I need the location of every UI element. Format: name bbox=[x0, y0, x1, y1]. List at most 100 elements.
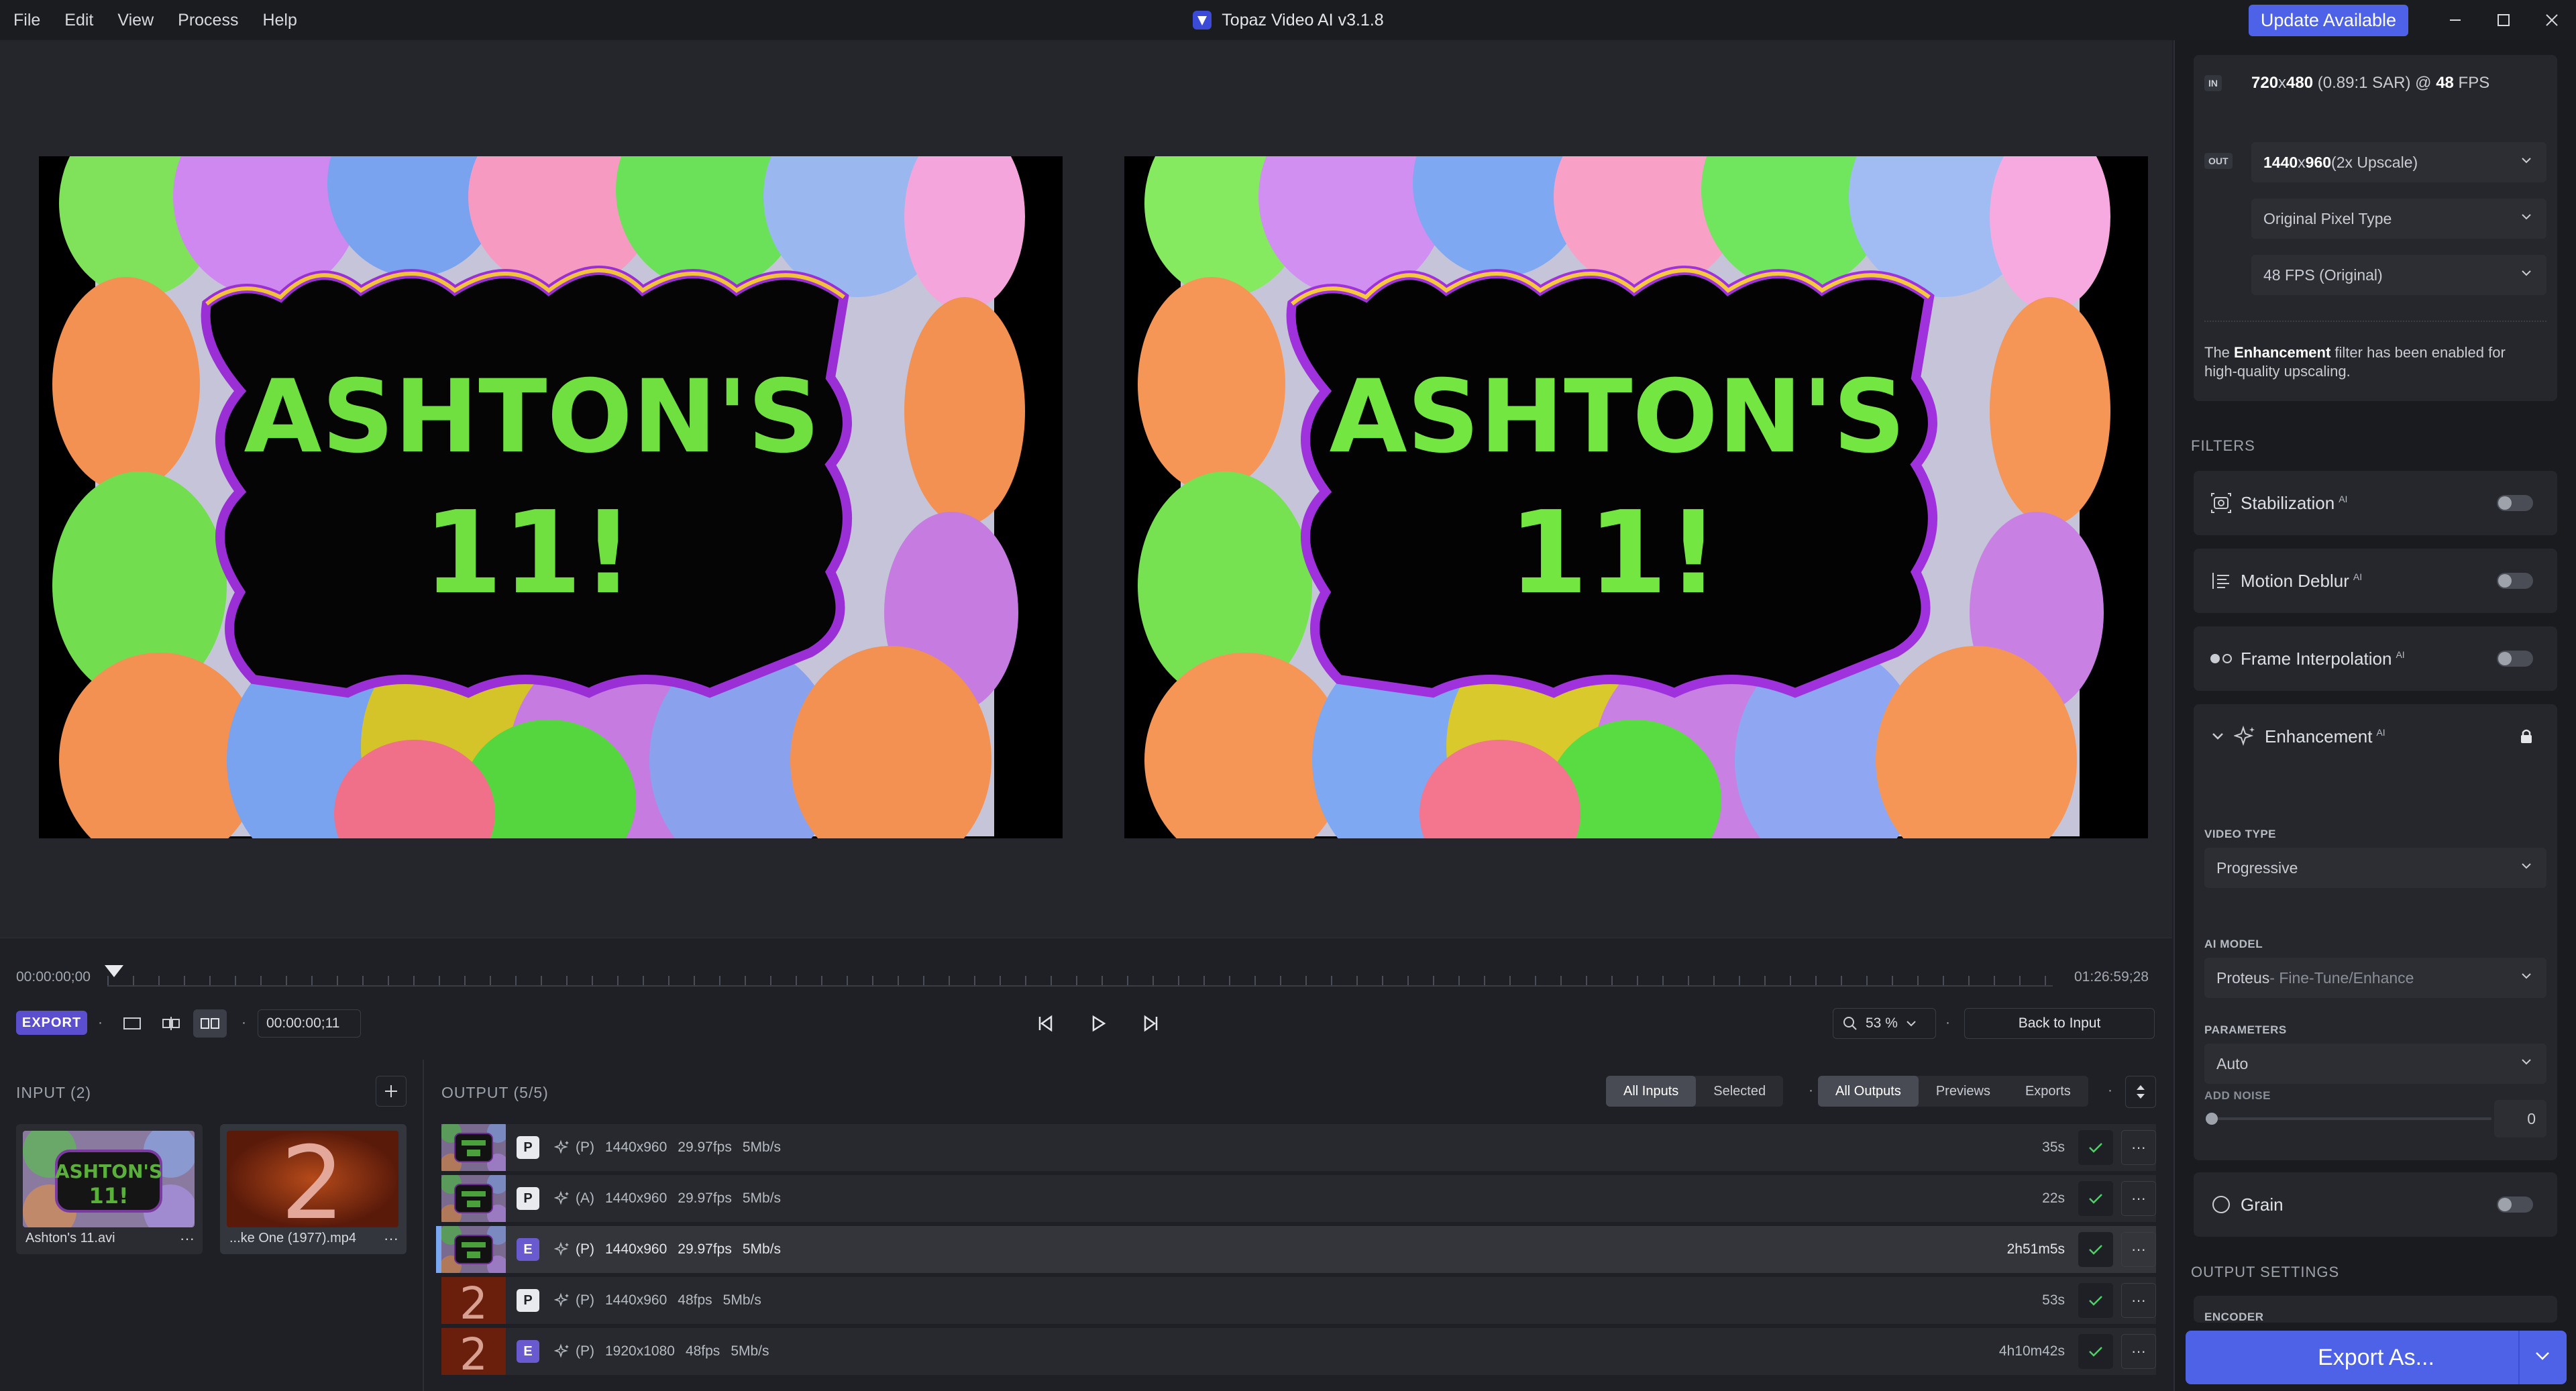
previous-frame-button[interactable] bbox=[1029, 1009, 1063, 1038]
parameters-dropdown[interactable]: Auto bbox=[2204, 1044, 2546, 1084]
check-icon bbox=[2089, 1347, 2102, 1357]
menu-process[interactable]: Process bbox=[178, 11, 238, 30]
output-row-thumbnail: 2 bbox=[441, 1328, 506, 1375]
maximize-icon[interactable] bbox=[2479, 0, 2528, 40]
output-mode: (P) bbox=[576, 1241, 594, 1257]
video-type-dropdown[interactable]: Progressive bbox=[2204, 848, 2546, 888]
filter-all-inputs[interactable]: All Inputs bbox=[1606, 1076, 1697, 1107]
selected-row-indicator bbox=[436, 1226, 441, 1273]
export-as-button[interactable]: Export As... bbox=[2186, 1331, 2567, 1384]
menu-help[interactable]: Help bbox=[262, 11, 297, 30]
filter-frame-interpolation[interactable]: Frame Interpolation AI bbox=[2194, 626, 2557, 691]
pixel-type-dropdown[interactable]: Original Pixel Type bbox=[2251, 199, 2546, 239]
filter-all-outputs[interactable]: All Outputs bbox=[1818, 1076, 1919, 1107]
menu-file[interactable]: File bbox=[13, 11, 40, 30]
output-row-thumbnail bbox=[441, 1124, 506, 1171]
output-filter-segment: All Outputs Previews Exports bbox=[1818, 1076, 2088, 1107]
frame-interpolation-toggle[interactable] bbox=[2497, 651, 2533, 667]
filter-name: Stabilization bbox=[2241, 492, 2335, 513]
output-row[interactable]: 2 P (P) 1440x960 48fps 5Mb/s 53s ··· bbox=[441, 1277, 2156, 1324]
filter-previews[interactable]: Previews bbox=[1919, 1076, 2008, 1107]
export-button[interactable]: EXPORT bbox=[16, 1011, 87, 1035]
input-thumbnail: ASHTON'S 11! bbox=[23, 1131, 195, 1227]
output-row-more-button[interactable]: ··· bbox=[2121, 1232, 2156, 1267]
enhancement-note: The Enhancement filter has been enabled … bbox=[2204, 344, 2506, 380]
filter-exports[interactable]: Exports bbox=[2008, 1076, 2088, 1107]
timeline-scrubber[interactable] bbox=[107, 976, 2053, 987]
lock-icon bbox=[2521, 729, 2532, 743]
output-preview-frame[interactable]: ASHTON'S 11! bbox=[1124, 156, 2148, 838]
motion-deblur-toggle[interactable] bbox=[2497, 573, 2533, 589]
output-complete-check[interactable] bbox=[2078, 1232, 2113, 1267]
output-duration: 2h51m5s bbox=[2006, 1241, 2065, 1257]
single-view-icon bbox=[123, 1017, 141, 1030]
output-bitrate: 5Mb/s bbox=[742, 1241, 782, 1257]
filter-grain[interactable]: Grain bbox=[2194, 1172, 2557, 1237]
output-complete-check[interactable] bbox=[2078, 1181, 2113, 1216]
filter-motion-deblur[interactable]: Motion Deblur AI bbox=[2194, 549, 2557, 613]
split-view-icon bbox=[162, 1017, 180, 1030]
output-resolution: 1440x960 bbox=[605, 1190, 667, 1206]
close-icon[interactable] bbox=[2528, 0, 2576, 40]
input-item-more-button[interactable]: ··· bbox=[384, 1230, 398, 1247]
output-row[interactable]: P (P) 1440x960 29.97fps 5Mb/s 35s ··· bbox=[441, 1124, 2156, 1171]
back-to-input-button[interactable]: Back to Input bbox=[1964, 1008, 2155, 1039]
grain-toggle[interactable] bbox=[2497, 1197, 2533, 1213]
add-noise-slider[interactable] bbox=[2206, 1113, 2491, 1125]
add-noise-value-field[interactable]: 0 bbox=[2494, 1100, 2546, 1137]
chevron-down-icon bbox=[2522, 158, 2531, 164]
output-row[interactable]: P (A) 1440x960 29.97fps 5Mb/s 22s ··· bbox=[441, 1175, 2156, 1222]
input-item-ashtons-11[interactable]: ASHTON'S 11! Ashton's 11.avi ··· bbox=[16, 1124, 203, 1254]
filter-selected[interactable]: Selected bbox=[1696, 1076, 1783, 1107]
output-row[interactable]: E (P) 1440x960 29.97fps 5Mb/s 2h51m5s ··· bbox=[436, 1226, 2156, 1273]
output-bitrate: 5Mb/s bbox=[722, 1292, 761, 1308]
chevron-down-icon[interactable] bbox=[2534, 1351, 2551, 1361]
enhancement-header[interactable]: Enhancement AI bbox=[2194, 704, 2557, 769]
stabilization-toggle[interactable] bbox=[2497, 495, 2533, 511]
side-by-side-view-button[interactable] bbox=[193, 1009, 227, 1038]
output-complete-check[interactable] bbox=[2078, 1283, 2113, 1318]
current-timecode-field[interactable]: 00:00:00;11 bbox=[258, 1009, 361, 1038]
output-complete-check[interactable] bbox=[2078, 1130, 2113, 1165]
filter-stabilization[interactable]: Stabilization AI bbox=[2194, 471, 2557, 535]
svg-text:2: 2 bbox=[460, 1278, 488, 1324]
update-available-button[interactable]: Update Available bbox=[2248, 4, 2408, 36]
input-preview-frame[interactable]: ASHTON'S 11! bbox=[39, 156, 1063, 838]
output-row-more-button[interactable]: ··· bbox=[2121, 1181, 2156, 1216]
parameters-label: PARAMETERS bbox=[2204, 1023, 2287, 1036]
single-view-button[interactable] bbox=[115, 1009, 149, 1038]
input-item-more-button[interactable]: ··· bbox=[180, 1230, 195, 1247]
output-row-more-button[interactable]: ··· bbox=[2121, 1283, 2156, 1318]
play-button[interactable] bbox=[1081, 1009, 1115, 1038]
output-duration: 53s bbox=[2042, 1292, 2065, 1308]
zoom-dropdown[interactable]: 53 % bbox=[1833, 1008, 1936, 1039]
output-resolution: 1440x960 bbox=[605, 1292, 667, 1308]
output-fps: 29.97fps bbox=[678, 1241, 732, 1257]
output-row-more-button[interactable]: ··· bbox=[2121, 1334, 2156, 1369]
timeline: 00:00:00;00 01:26:59;28 EXPORT · · 00:00… bbox=[0, 938, 2172, 1059]
input-panel-title: INPUT (2) bbox=[16, 1084, 92, 1101]
output-type-badge: P bbox=[517, 1289, 539, 1312]
sparkle-icon bbox=[554, 1241, 569, 1256]
out-tag: OUT bbox=[2204, 153, 2233, 169]
output-resolution-dropdown[interactable]: 1440 x 960 (2x Upscale) bbox=[2251, 142, 2546, 182]
sort-button[interactable] bbox=[2125, 1076, 2156, 1108]
add-noise-slider-handle[interactable] bbox=[2206, 1113, 2218, 1125]
menu-edit[interactable]: Edit bbox=[64, 11, 93, 30]
minimize-icon[interactable] bbox=[2431, 0, 2479, 40]
zoom-icon bbox=[1843, 1017, 1857, 1030]
input-specs: 720x480 (0.89:1 SAR) @ 48 FPS bbox=[2251, 74, 2490, 92]
next-frame-button[interactable] bbox=[1134, 1009, 1167, 1038]
split-view-button[interactable] bbox=[154, 1009, 188, 1038]
add-input-button[interactable] bbox=[376, 1076, 407, 1107]
input-item-ke-one-1977[interactable]: 2 ...ke One (1977).mp4 ··· bbox=[220, 1124, 407, 1254]
menu-view[interactable]: View bbox=[117, 11, 154, 30]
export-as-label: Export As... bbox=[2318, 1344, 2434, 1370]
output-row[interactable]: 2 E (P) 1920x1080 48fps 5Mb/s 4h10m42s ··· bbox=[441, 1328, 2156, 1375]
svg-text:ASHTON'S: ASHTON'S bbox=[55, 1160, 162, 1182]
playhead-handle[interactable] bbox=[105, 965, 123, 977]
fps-dropdown[interactable]: 48 FPS (Original) bbox=[2251, 255, 2546, 295]
output-complete-check[interactable] bbox=[2078, 1334, 2113, 1369]
ai-model-dropdown[interactable]: Proteus - Fine-Tune/Enhance bbox=[2204, 958, 2546, 998]
output-row-more-button[interactable]: ··· bbox=[2121, 1130, 2156, 1165]
